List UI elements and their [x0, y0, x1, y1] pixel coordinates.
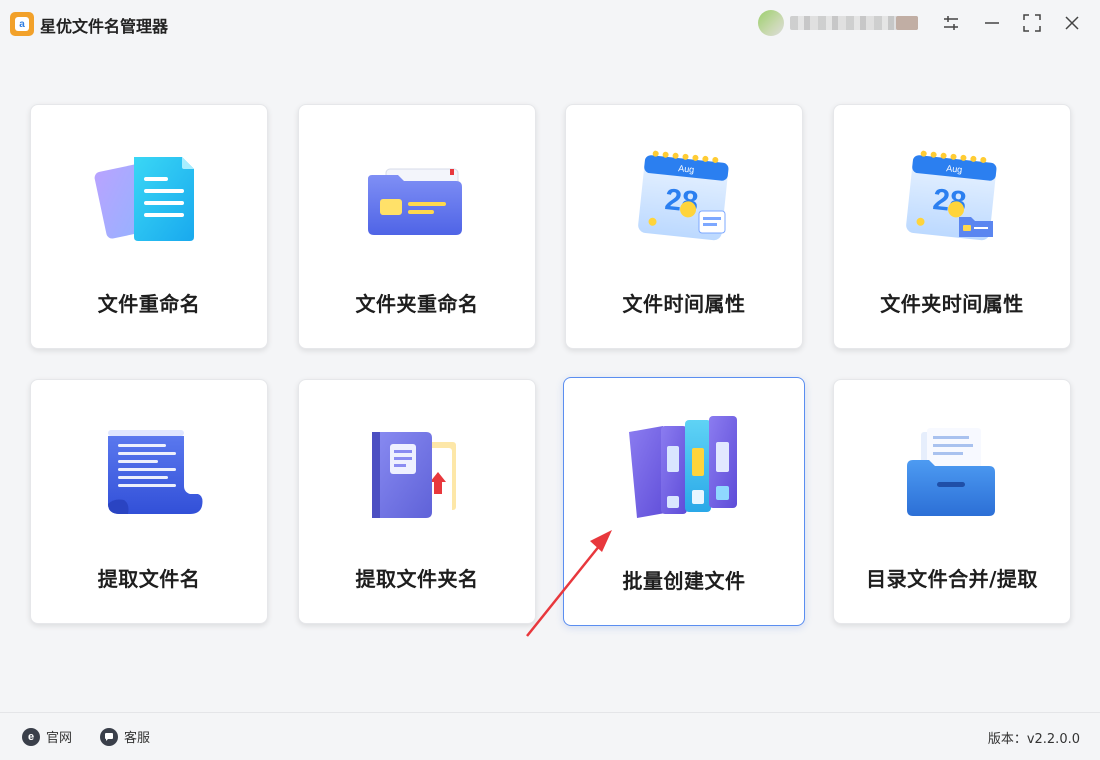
avatar[interactable] — [758, 10, 784, 36]
tool-card-file-time[interactable]: Aug 28 文件时间属性 — [565, 104, 803, 349]
documents-icon — [90, 145, 210, 250]
version-text: 版本：v2.2.0.0 — [987, 732, 1080, 747]
binder-export-icon — [358, 420, 478, 525]
app-logo-letter: a — [15, 17, 29, 31]
tool-label: 提取文件名 — [97, 567, 201, 591]
tool-label: 批量创建文件 — [622, 569, 746, 593]
tool-label: 文件时间属性 — [622, 292, 746, 316]
support-link[interactable]: 客服 — [100, 727, 150, 746]
tool-card-folder-time[interactable]: Aug 28 文件夹时间属性 — [833, 104, 1071, 349]
tool-label: 目录文件合并/提取 — [866, 567, 1038, 591]
tool-card-batch-create-files[interactable]: 批量创建文件 — [563, 377, 805, 626]
calendar-file-icon: Aug 28 — [625, 145, 745, 250]
tool-card-extract-foldernames[interactable]: 提取文件夹名 — [298, 379, 536, 624]
website-label: 官网 — [46, 731, 73, 746]
maximize-icon[interactable] — [1021, 12, 1043, 34]
books-icon — [625, 412, 745, 518]
calendar-folder-icon: Aug 28 — [893, 145, 1013, 250]
tool-card-extract-filenames[interactable]: 提取文件名 — [30, 379, 268, 624]
title-bar: a 星优文件名管理器 — [0, 0, 1100, 48]
minimize-icon[interactable] — [981, 12, 1003, 34]
support-label: 客服 — [124, 731, 151, 746]
calendar-month: Aug — [946, 163, 963, 175]
status-bar: e 官网 客服 版本：v2.2.0.0 — [0, 712, 1100, 760]
tool-label: 文件重命名 — [97, 292, 201, 316]
tool-card-merge-extract[interactable]: 目录文件合并/提取 — [833, 379, 1071, 624]
user-account[interactable] — [758, 10, 924, 36]
folder-icon — [358, 145, 478, 250]
blurred-username — [790, 16, 918, 30]
app-title: 星优文件名管理器 — [40, 17, 169, 36]
tool-label: 提取文件夹名 — [355, 567, 479, 591]
calendar-month: Aug — [678, 163, 695, 175]
chat-bubble-icon — [100, 727, 118, 746]
scroll-list-icon — [90, 420, 210, 525]
website-link[interactable]: e 官网 — [22, 727, 72, 746]
tool-label: 文件夹重命名 — [355, 292, 479, 316]
tool-card-rename-files[interactable]: 文件重命名 — [30, 104, 268, 349]
app-logo-icon: a — [10, 12, 34, 36]
file-drawer-icon — [893, 420, 1013, 525]
tool-card-rename-folders[interactable]: 文件夹重命名 — [298, 104, 536, 349]
tool-label: 文件夹时间属性 — [880, 292, 1024, 316]
close-icon[interactable] — [1061, 12, 1083, 34]
sliders-icon[interactable] — [940, 12, 962, 34]
browser-e-icon: e — [22, 727, 40, 746]
